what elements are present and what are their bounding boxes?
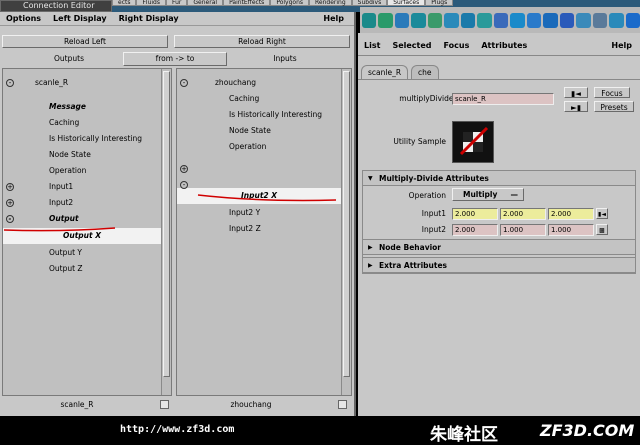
shelf-tool-icon[interactable] <box>526 12 542 28</box>
shelf-tool-icon[interactable] <box>543 12 558 28</box>
ae-divider <box>358 55 640 56</box>
ae-menu-selected[interactable]: Selected <box>386 39 437 53</box>
connection-editor-window: Options Left Display Right Display Help … <box>0 12 356 416</box>
multiply-divide-icon <box>459 126 489 156</box>
section-extra-attributes[interactable]: ▶ Extra Attributes <box>362 257 636 273</box>
input1-label: Input1 <box>421 209 446 218</box>
shelf-tab-fluids[interactable]: Fluids <box>136 0 166 6</box>
input2-map-icon[interactable]: ▩ <box>596 224 608 235</box>
input1-map-icon[interactable]: ▮◄ <box>596 208 608 219</box>
shelf-tab-surfaces[interactable]: Surfaces <box>387 0 426 6</box>
shelf-tab-polygons[interactable]: Polygons <box>270 0 310 6</box>
dropdown-arrow-icon: — <box>510 190 519 199</box>
presets-button[interactable]: Presets <box>594 101 634 112</box>
section-multiply-divide-label: Multiply-Divide Attributes <box>379 174 489 183</box>
shelf-tool-icon[interactable] <box>625 12 640 28</box>
connection-editor-title-bar[interactable]: Connection Editor <box>0 0 112 12</box>
input2-y-field[interactable]: 1.000 <box>500 224 546 236</box>
node-type-label: multiplyDivide: <box>399 94 456 103</box>
ae-menu-list[interactable]: List <box>358 39 386 53</box>
shelf-tab-rendering[interactable]: Rendering <box>309 0 352 6</box>
operation-dropdown[interactable]: Multiply — <box>452 188 524 201</box>
shelf-tool-icon[interactable] <box>493 12 509 28</box>
operation-value: Multiply <box>463 190 498 199</box>
section-multiply-divide[interactable]: ▼ Multiply-Divide Attributes <box>362 170 636 186</box>
operation-label: Operation <box>408 191 446 200</box>
utility-sample-label: Utility Sample <box>393 137 446 146</box>
ae-menu-attributes[interactable]: Attributes <box>475 39 533 53</box>
shelf-tab-general[interactable]: General <box>187 0 224 6</box>
watermark-brand: ZF3D.COM <box>540 421 635 440</box>
shelf-tool-icon[interactable] <box>576 12 591 28</box>
shelf-tool-icon[interactable] <box>477 12 492 28</box>
shelf-tab-ects[interactable]: ects <box>112 0 137 6</box>
shelf-tab-plugs[interactable]: Plugs <box>425 0 454 6</box>
shelf-tool-icon[interactable] <box>444 12 459 28</box>
input1-x-field[interactable]: 2.000 <box>452 208 498 220</box>
shelf-tool-icon[interactable] <box>394 12 410 28</box>
shelf-tool-icon[interactable] <box>609 12 624 28</box>
ae-menu-help[interactable]: Help <box>605 39 638 53</box>
input1-y-field[interactable]: 2.000 <box>500 208 546 220</box>
ae-menu-focus[interactable]: Focus <box>438 39 476 53</box>
input2-label: Input2 <box>421 225 446 234</box>
tab-scanle-r[interactable]: scanle_R <box>361 65 409 79</box>
input2-x-field[interactable]: 2.000 <box>452 224 498 236</box>
shelf-tool-icon[interactable] <box>411 12 426 28</box>
collapse-triangle-icon: ▼ <box>368 175 373 182</box>
ae-tabs: scanle_R che <box>358 65 439 79</box>
utility-sample-swatch <box>452 121 494 163</box>
expand-triangle-icon: ▶ <box>368 244 373 251</box>
input2-z-field[interactable]: 1.000 <box>548 224 594 236</box>
load-output-icon[interactable]: ►▮ <box>564 101 588 112</box>
shelf-tool-icon[interactable] <box>510 12 525 28</box>
shelf-tool-icon[interactable] <box>362 12 377 28</box>
section-extra-attributes-label: Extra Attributes <box>379 261 448 270</box>
shelf-tool-icon[interactable] <box>460 12 476 28</box>
focus-button[interactable]: Focus <box>594 87 630 98</box>
attribute-editor-window: List Selected Focus Attributes Help scan… <box>358 33 640 416</box>
shelf-tab-subdivs[interactable]: Subdivs <box>351 0 388 6</box>
shelf-tab-fur[interactable]: Fur <box>166 0 188 6</box>
shelf-tool-icon[interactable] <box>378 12 393 28</box>
expand-triangle-icon: ▶ <box>368 262 373 269</box>
tab-che[interactable]: che <box>411 65 439 79</box>
node-name-field[interactable]: scanle_R <box>452 93 554 105</box>
shelf-tool-icon[interactable] <box>592 12 608 28</box>
window-title: Connection Editor <box>23 1 95 10</box>
ae-tab-divider <box>358 79 640 80</box>
ae-menu-bar: List Selected Focus Attributes Help <box>358 39 640 53</box>
shelf-tool-icon[interactable] <box>427 12 443 28</box>
watermark-url: http://www.zf3d.com <box>120 424 235 435</box>
section-node-behavior[interactable]: ▶ Node Behavior <box>362 239 636 255</box>
red-annotation-strokes <box>3 194 337 232</box>
watermark-brand-cn: 朱峰社区 <box>430 425 498 445</box>
shelf-tabs: ects Fluids Fur General PaintEffects Polygons… <box>112 0 454 6</box>
input1-z-field[interactable]: 2.000 <box>548 208 594 220</box>
shelf-tab-painteffects[interactable]: PaintEffects <box>223 0 271 6</box>
shelf-tool-icon[interactable] <box>559 12 575 28</box>
load-input-icon[interactable]: ▮◄ <box>564 87 588 98</box>
section-node-behavior-label: Node Behavior <box>379 243 442 252</box>
shelf-icons <box>360 7 640 33</box>
